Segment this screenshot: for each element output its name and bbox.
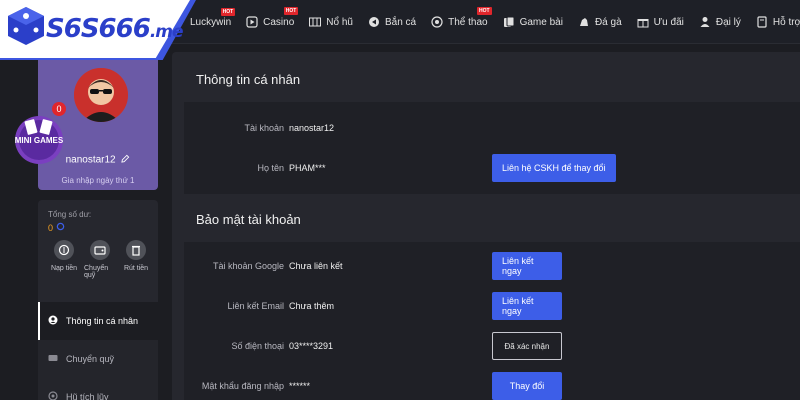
avatar-image (74, 68, 128, 122)
wallet-icon (48, 353, 58, 365)
balance-value: 0 (48, 222, 65, 233)
phone-value: 03****3291 (289, 341, 334, 351)
password-value: ****** (289, 381, 311, 391)
email-label: Liên kết Email (227, 301, 284, 311)
transfer-button[interactable]: Chuyển quỹ (84, 240, 116, 288)
top-bar: S6S666.me Luckywin HOT Casino HOT Nổ hũ … (0, 0, 800, 60)
menu-item-transfer[interactable]: Chuyển quỹ (38, 340, 158, 378)
nav-item-ban-ca[interactable]: Bắn cá (368, 16, 416, 28)
google-value: Chưa liên kết (289, 261, 343, 271)
nav-label: Ưu đãi (653, 16, 684, 28)
security-panel: Tài khoản Google Chưa liên kết Liên kết … (184, 242, 800, 400)
deposit-button[interactable]: Nạp tiền (48, 240, 80, 288)
hot-badge: HOT (220, 7, 236, 16)
minigames-button[interactable]: MINI GAMES (14, 112, 64, 168)
menu-item-jackpot[interactable]: Hũ tích lũy (38, 378, 158, 400)
account-value: nanostar12 (289, 123, 335, 133)
main-nav: Luckywin HOT Casino HOT Nổ hũ Bắn cá Thể… (190, 0, 800, 44)
balance-label: Tổng số dư: (48, 210, 92, 219)
withdraw-button[interactable]: Rút tiền (120, 240, 152, 288)
password-row: Mật khẩu đăng nhập ****** Thay đổi (184, 368, 800, 400)
join-info: Gia nhập ngày thứ 1 (61, 176, 135, 185)
avatar[interactable] (74, 68, 128, 122)
balance-amount: 0 (48, 222, 54, 233)
hot-badge: HOT (283, 7, 299, 15)
nav-label: Nổ hũ (326, 16, 353, 28)
account-label: Tài khoản (244, 123, 284, 133)
name-row: Họ tên PHAM*** Liên hệ CSKH để thay đổi (184, 150, 800, 186)
nav-item-da-ga[interactable]: Đá gà (578, 16, 622, 28)
security-title: Bảo mật tài khoản (196, 212, 301, 227)
phone-label: Số điện thoại (231, 341, 284, 351)
nav-label: Game bài (519, 16, 563, 28)
minigames-label: MINI GAMES (14, 136, 64, 145)
ball-icon (431, 16, 443, 28)
phone-verified-button[interactable]: Đã xác nhận (492, 332, 562, 360)
brand-logo-text: S6S666 (46, 14, 151, 44)
contact-support-button[interactable]: Liên hệ CSKH để thay đổi (492, 154, 616, 182)
nav-item-luckywin[interactable]: Luckywin HOT (190, 7, 236, 28)
play-icon (246, 16, 258, 28)
nav-item-uu-dai[interactable]: Ưu đãi (637, 16, 684, 28)
menu-item-label: Chuyển quỹ (66, 354, 115, 364)
nav-label: Thể thao (448, 16, 488, 28)
nav-item-game-bai[interactable]: Game bài (503, 16, 563, 28)
link-google-button[interactable]: Liên kết ngay (492, 252, 562, 280)
google-label: Tài khoản Google (212, 261, 284, 271)
account-row: Tài khoản nanostar12 (184, 110, 800, 146)
nav-item-casino[interactable]: Casino HOT (246, 7, 299, 28)
hot-badge: HOT (477, 7, 492, 15)
transfer-label: Chuyển quỹ (84, 265, 109, 279)
nav-item-no-hu[interactable]: Nổ hũ (309, 16, 353, 28)
phone-row: Số điện thoại 03****3291 Đã xác nhận (184, 328, 800, 364)
google-row: Tài khoản Google Chưa liên kết Liên kết … (184, 248, 800, 284)
menu-item-label: Thông tin cá nhân (66, 316, 139, 326)
email-value: Chưa thêm (289, 301, 335, 311)
refresh-icon[interactable] (56, 222, 65, 233)
personal-info-panel: Tài khoản nanostar12 Họ tên PHAM*** Liên… (184, 102, 800, 194)
email-row: Liên kết Email Chưa thêm Liên kết ngay (184, 288, 800, 324)
personal-info-title: Thông tin cá nhân (196, 72, 301, 87)
slot-icon (309, 16, 322, 28)
nav-label: Đá gà (594, 16, 622, 28)
gift-icon (637, 16, 649, 28)
fish-icon (368, 16, 380, 28)
edit-icon[interactable] (121, 154, 130, 166)
wallet-icon (90, 240, 110, 260)
sidebar: nanostar12 Gia nhập ngày thứ 1 0 MINI GA… (0, 44, 170, 400)
password-label: Mật khẩu đăng nhập (201, 381, 284, 391)
rooster-icon (578, 16, 590, 28)
nav-label: Bắn cá (384, 16, 417, 28)
name-value: PHAM*** (289, 163, 326, 173)
cards-icon (503, 16, 515, 28)
nav-label: Hỗ trợ (772, 16, 800, 28)
book-icon (756, 16, 768, 28)
brand-logo-suffix: .me (149, 22, 184, 42)
deposit-label: Nạp tiền (50, 265, 78, 272)
nav-item-dai-ly[interactable]: Đại lý (699, 16, 741, 28)
user-icon (48, 315, 58, 327)
menu-item-personal-info[interactable]: Thông tin cá nhân (38, 302, 158, 340)
jar-icon (48, 391, 58, 400)
minigames-badge: 0 (52, 102, 66, 116)
menu-item-label: Hũ tích lũy (66, 392, 109, 400)
balance-actions: Nạp tiền Chuyển quỹ Rút tiền (48, 240, 152, 288)
nav-label: Casino (263, 16, 295, 28)
nav-item-the-thao[interactable]: Thể thao HOT (431, 7, 492, 28)
account-menu: Thông tin cá nhân Chuyển quỹ Hũ tích lũy (38, 302, 158, 400)
agent-icon (699, 16, 711, 28)
nav-label: Đại lý (715, 16, 741, 28)
brand-logo[interactable]: S6S666.me (8, 14, 184, 44)
withdraw-icon (126, 240, 146, 260)
nav-label: Luckywin (190, 16, 232, 28)
username-text: nanostar12 (65, 154, 116, 166)
link-email-button[interactable]: Liên kết ngay (492, 292, 562, 320)
withdraw-label: Rút tiền (123, 265, 149, 272)
deposit-icon (54, 240, 74, 260)
change-password-button[interactable]: Thay đổi (492, 372, 562, 400)
main-content: Thông tin cá nhân Tài khoản nanostar12 H… (172, 52, 800, 400)
nav-item-ho-tro[interactable]: Hỗ trợ (756, 16, 800, 28)
name-label: Họ tên (257, 163, 284, 173)
